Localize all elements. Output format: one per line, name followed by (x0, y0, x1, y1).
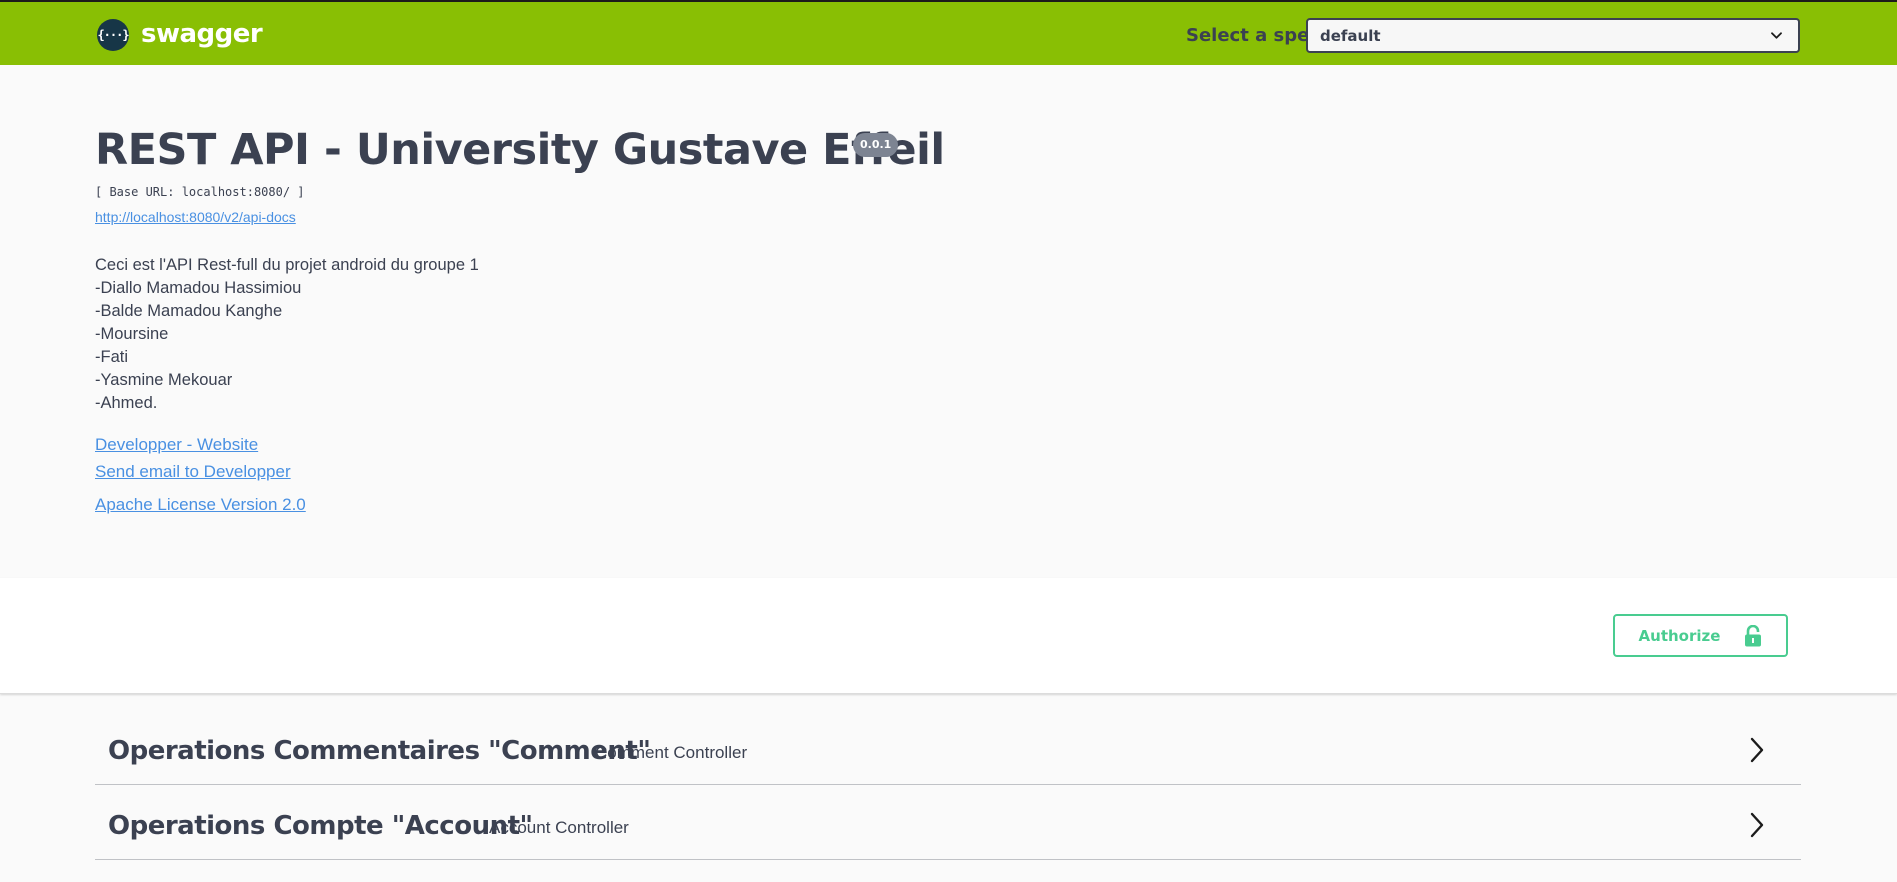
spec-select-value: default (1320, 27, 1381, 45)
description-line: -Ahmed. (95, 394, 158, 412)
logo-glyph: {···} (97, 28, 129, 42)
description-line: -Moursine (95, 325, 169, 343)
chevron-right-icon[interactable] (1747, 736, 1767, 764)
tag-description: Account Controller (489, 818, 629, 837)
developer-email-link[interactable]: Send email to Developper (95, 462, 291, 482)
tag-description: Comment Controller (595, 743, 748, 762)
developer-website-link[interactable]: Developper - Website (95, 435, 258, 455)
base-url: [ Base URL: localhost:8080/ ] (95, 185, 305, 199)
description-line: -Fati (95, 348, 128, 366)
spec-select-label: Select a spec (1186, 25, 1320, 46)
api-title: REST API - University Gustave Effeil (95, 125, 945, 175)
topbar: {···} swagger Select a spec default (0, 0, 1897, 65)
description-line: Ceci est l'API Rest-full du projet andro… (95, 256, 479, 274)
description-line: -Balde Mamadou Kanghe (95, 302, 283, 320)
version-badge: 0.0.1 (853, 133, 899, 157)
api-description: Ceci est l'API Rest-full du projet andro… (95, 254, 479, 415)
tag-comment[interactable]: Operations Commentaires "Comment" Commen… (95, 710, 1801, 785)
chevron-right-icon[interactable] (1747, 811, 1767, 839)
api-docs-link[interactable]: http://localhost:8080/v2/api-docs (95, 209, 296, 225)
swagger-logo-icon[interactable]: {···} (97, 19, 130, 51)
description-line: -Yasmine Mekouar (95, 371, 233, 389)
spec-select[interactable]: default (1306, 18, 1800, 53)
description-line: -Diallo Mamadou Hassimiou (95, 279, 302, 297)
tag-account[interactable]: Operations Compte "Account" Account Cont… (95, 785, 1801, 860)
authorize-button[interactable]: Authorize (1613, 614, 1788, 657)
authorize-label: Authorize (1638, 626, 1721, 645)
license-link[interactable]: Apache License Version 2.0 (95, 495, 306, 515)
swagger-logo-text[interactable]: swagger (141, 19, 263, 49)
lock-icon (1745, 624, 1762, 646)
tag-name: Operations Commentaires "Comment" (108, 736, 651, 766)
tag-name: Operations Compte "Account" (108, 811, 533, 841)
chevron-down-icon (1771, 32, 1782, 39)
